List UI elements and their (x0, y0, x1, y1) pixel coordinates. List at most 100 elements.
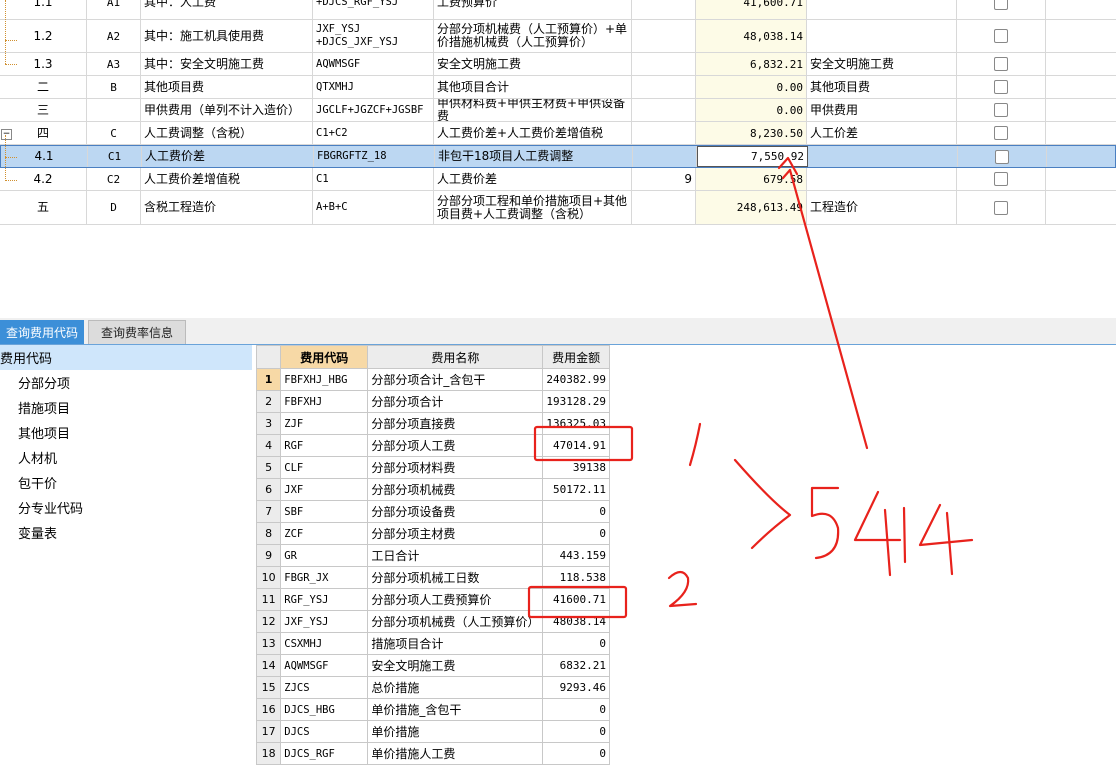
row-checkbox[interactable] (994, 29, 1008, 43)
row-checkbox[interactable] (994, 200, 1008, 215)
table-row[interactable]: 13 CSXMHJ 措施项目合计 0 (255, 632, 610, 655)
table-row[interactable]: 1 FBFXHJ_HBG 分部分项合计_含包干 240382.99 (255, 368, 610, 391)
fee-row[interactable]: 1.3 A3 其中：安全文明施工费 AQWMSGF 安全文明施工费 6,832.21 安全文… (0, 53, 1116, 76)
fee-amount-cell[interactable]: 48038.14 (542, 610, 610, 633)
fee-name-cell[interactable]: 工日合计 (367, 544, 544, 567)
fee-amount-cell[interactable]: 0 (542, 500, 610, 523)
header-fee-code[interactable]: 费用代码 (280, 345, 369, 369)
row-amount[interactable]: 679.58 (696, 168, 807, 190)
fee-amount-cell[interactable]: 0 (542, 720, 610, 743)
row-amount[interactable]: 48,038.14 (696, 20, 807, 52)
fee-name-cell[interactable]: 措施项目合计 (367, 632, 544, 655)
row-index[interactable]: 13 (255, 632, 282, 655)
fee-name-cell[interactable]: 分部分项人工费 (367, 434, 544, 457)
fee-name-cell[interactable]: 分部分项机械工日数 (367, 566, 544, 589)
fee-row[interactable]: 1.1 A1 其中：人工费 +DJCS_RGF_YSJ 工费预算价 41,600.71 (0, 0, 1116, 20)
table-row[interactable]: 4 RGF 分部分项人工费 47014.91 (255, 434, 610, 457)
fee-code-cell[interactable]: ZJF (280, 412, 369, 435)
row-amount[interactable]: 248,613.49 (696, 191, 807, 224)
fee-amount-cell[interactable]: 50172.11 (542, 478, 610, 501)
table-row[interactable]: 3 ZJF 分部分项直接费 136325.03 (255, 412, 610, 435)
fee-name-cell[interactable]: 分部分项机械费 (367, 478, 544, 501)
row-index[interactable]: 4 (255, 434, 282, 457)
fee-amount-cell[interactable]: 240382.99 (542, 368, 610, 391)
fee-code-cell[interactable]: JXF_YSJ (280, 610, 369, 633)
fee-name-cell[interactable]: 单价措施_含包干 (367, 698, 544, 721)
row-checkbox[interactable] (994, 80, 1008, 94)
fee-code-cell[interactable]: ZCF (280, 522, 369, 545)
fee-name-cell[interactable]: 单价措施 (367, 720, 544, 743)
nav-item-specialty-code[interactable]: 分专业代码 (18, 496, 83, 518)
fee-code-cell[interactable]: DJCS_RGF (280, 742, 369, 765)
fee-name-cell[interactable]: 分部分项主材费 (367, 522, 544, 545)
header-fee-name[interactable]: 费用名称 (367, 345, 544, 369)
table-row[interactable]: 15 ZJCS 总价措施 9293.46 (255, 676, 610, 699)
row-amount[interactable]: 0.00 (696, 76, 807, 98)
table-row[interactable]: 2 FBFXHJ 分部分项合计 193128.29 (255, 390, 610, 413)
row-index[interactable]: 17 (255, 720, 282, 743)
row-index[interactable]: 5 (255, 456, 282, 479)
row-checkbox[interactable] (995, 149, 1009, 164)
row-index[interactable]: 9 (255, 544, 282, 567)
row-index[interactable]: 3 (255, 412, 282, 435)
fee-name-cell[interactable]: 安全文明施工费 (367, 654, 544, 677)
nav-item-lump-sum[interactable]: 包干价 (18, 471, 57, 493)
table-row[interactable]: 11 RGF_YSJ 分部分项人工费预算价 41600.71 (255, 588, 610, 611)
table-row[interactable]: 16 DJCS_HBG 单价措施_含包干 0 (255, 698, 610, 721)
row-checkbox[interactable] (994, 57, 1008, 71)
row-checkbox[interactable] (994, 126, 1008, 140)
row-checkbox[interactable] (994, 103, 1008, 117)
fee-amount-cell[interactable]: 136325.03 (542, 412, 610, 435)
fee-amount-cell[interactable]: 0 (542, 742, 610, 765)
row-index[interactable]: 16 (255, 698, 282, 721)
table-row[interactable]: 9 GR 工日合计 443.159 (255, 544, 610, 567)
row-index[interactable]: 1 (255, 368, 282, 391)
fee-name-cell[interactable]: 分部分项材料费 (367, 456, 544, 479)
fee-code-cell[interactable]: RGF (280, 434, 369, 457)
fee-code-cell[interactable]: SBF (280, 500, 369, 523)
table-row[interactable]: 12 JXF_YSJ 分部分项机械费（人工预算价） 48038.14 (255, 610, 610, 633)
nav-item-other[interactable]: 其他项目 (18, 421, 70, 443)
row-index[interactable]: 10 (255, 566, 282, 589)
fee-amount-cell[interactable]: 118.538 (542, 566, 610, 589)
row-checkbox[interactable] (994, 172, 1008, 186)
nav-item-measures[interactable]: 措施项目 (18, 396, 70, 418)
fee-code-cell[interactable]: FBFXHJ_HBG (280, 368, 369, 391)
row-index[interactable]: 2 (255, 390, 282, 413)
table-row[interactable]: 8 ZCF 分部分项主材费 0 (255, 522, 610, 545)
fee-row[interactable]: 1.2 A2 其中：施工机具使用费 JXF_YSJ +DJCS_JXF_YSJ 分部分项… (0, 20, 1116, 53)
fee-name-cell[interactable]: 分部分项合计 (367, 390, 544, 413)
row-checkbox[interactable] (994, 0, 1008, 10)
fee-amount-cell[interactable]: 47014.91 (542, 434, 610, 457)
fee-row[interactable]: 二 B 其他项目费 QTXMHJ 其他项目合计 0.00 其他项目费 (0, 76, 1116, 99)
tab-query-fee-code[interactable]: 查询费用代码 (0, 320, 84, 344)
row-amount[interactable]: 6,832.21 (696, 53, 807, 75)
fee-code-cell[interactable]: GR (280, 544, 369, 567)
fee-name-cell[interactable]: 总价措施 (367, 676, 544, 699)
fee-row[interactable]: 4.2 C2 人工费价差增值税 C1 人工费价差 9 679.58 (0, 168, 1116, 191)
fee-name-cell[interactable]: 单价措施人工费 (367, 742, 544, 765)
header-fee-amount[interactable]: 费用金额 (542, 345, 610, 369)
row-amount[interactable]: 0.00 (696, 99, 807, 121)
row-index[interactable]: 14 (255, 654, 282, 677)
nav-item-fenbu[interactable]: 分部分项 (18, 371, 70, 393)
fee-code-cell[interactable]: CLF (280, 456, 369, 479)
row-amount[interactable]: 8,230.50 (696, 122, 807, 144)
fee-code-cell[interactable]: JXF (280, 478, 369, 501)
row-amount[interactable]: 7,550.92 (697, 146, 808, 167)
fee-row[interactable]: 三 甲供费用（单列不计入造价） JGCLF+JGZCF+JGSBF 甲供材料费+甲供主… (0, 99, 1116, 122)
table-row[interactable]: 7 SBF 分部分项设备费 0 (255, 500, 610, 523)
fee-code-cell[interactable]: CSXMHJ (280, 632, 369, 655)
table-row[interactable]: 17 DJCS 单价措施 0 (255, 720, 610, 743)
fee-code-cell[interactable]: ZJCS (280, 676, 369, 699)
fee-amount-cell[interactable]: 41600.71 (542, 588, 610, 611)
fee-amount-cell[interactable]: 443.159 (542, 544, 610, 567)
fee-name-cell[interactable]: 分部分项直接费 (367, 412, 544, 435)
row-index[interactable]: 11 (255, 588, 282, 611)
fee-code-cell[interactable]: AQWMSGF (280, 654, 369, 677)
fee-amount-cell[interactable]: 39138 (542, 456, 610, 479)
row-index[interactable]: 18 (255, 742, 282, 765)
table-row[interactable]: 6 JXF 分部分项机械费 50172.11 (255, 478, 610, 501)
fee-amount-cell[interactable]: 0 (542, 632, 610, 655)
row-amount[interactable]: 41,600.71 (696, 0, 807, 19)
